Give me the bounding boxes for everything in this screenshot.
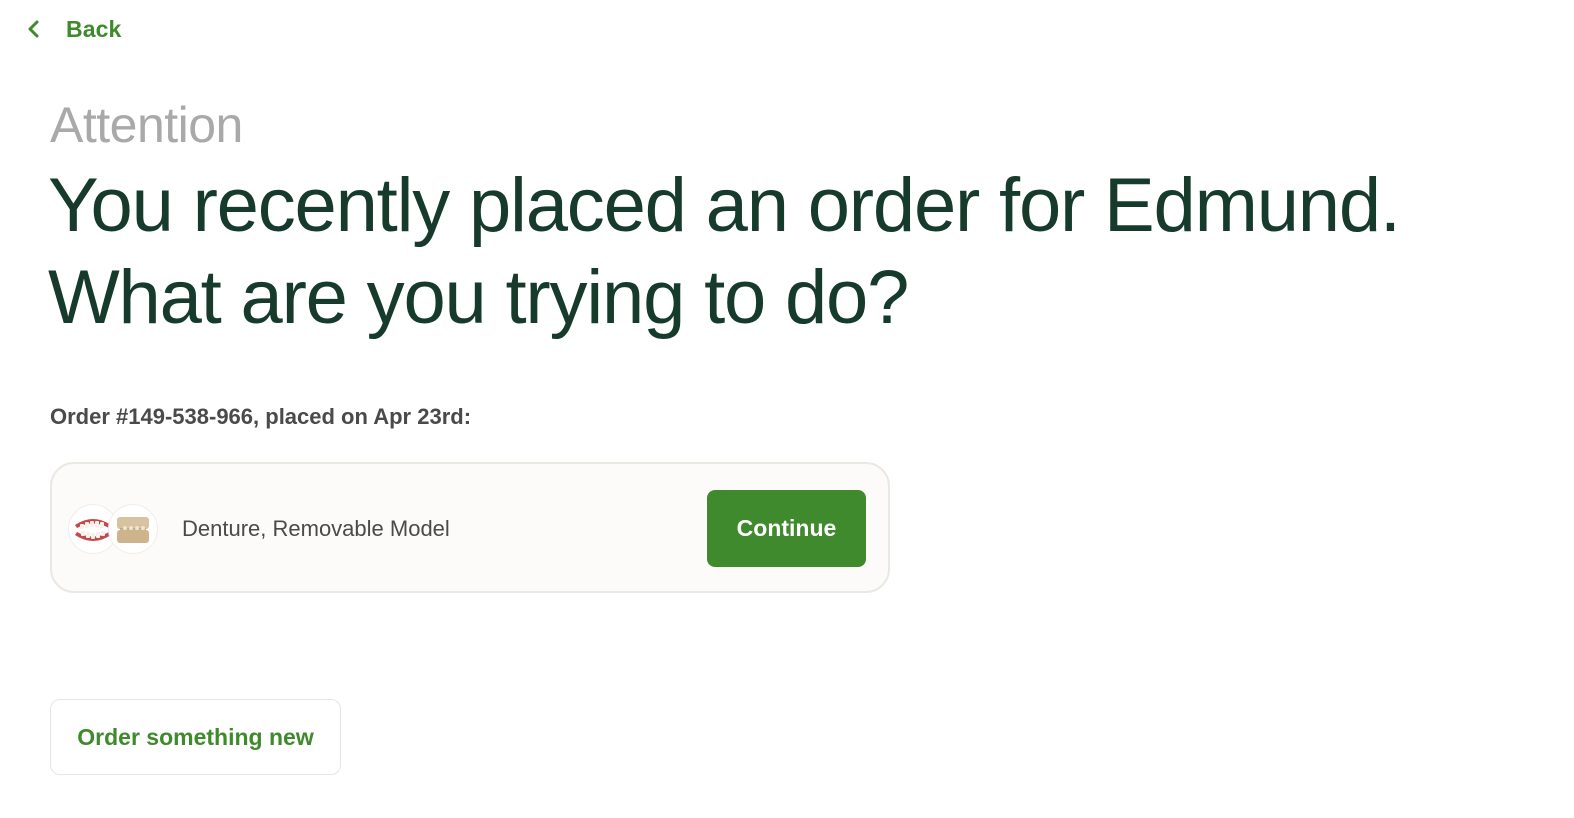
chevron-left-icon — [24, 19, 44, 39]
back-label: Back — [66, 15, 122, 42]
page-title-line-1: You recently placed an order for Edmund. — [48, 163, 1401, 248]
page-title-line-2: What are you trying to do? — [48, 255, 909, 340]
order-card: Denture, Removable Model Continue — [50, 462, 890, 593]
continue-button[interactable]: Continue — [707, 490, 866, 567]
back-link[interactable]: Back — [24, 12, 121, 46]
attention-eyebrow: Attention — [50, 97, 243, 153]
order-thumbnails — [68, 504, 158, 554]
page-title: You recently placed an order for Edmund.… — [48, 160, 1548, 344]
model-thumbnail — [108, 504, 158, 554]
order-something-new-button[interactable]: Order something new — [50, 699, 341, 775]
order-item-label: Denture, Removable Model — [182, 516, 450, 541]
order-meta: Order #149-538-966, placed on Apr 23rd: — [50, 404, 472, 429]
